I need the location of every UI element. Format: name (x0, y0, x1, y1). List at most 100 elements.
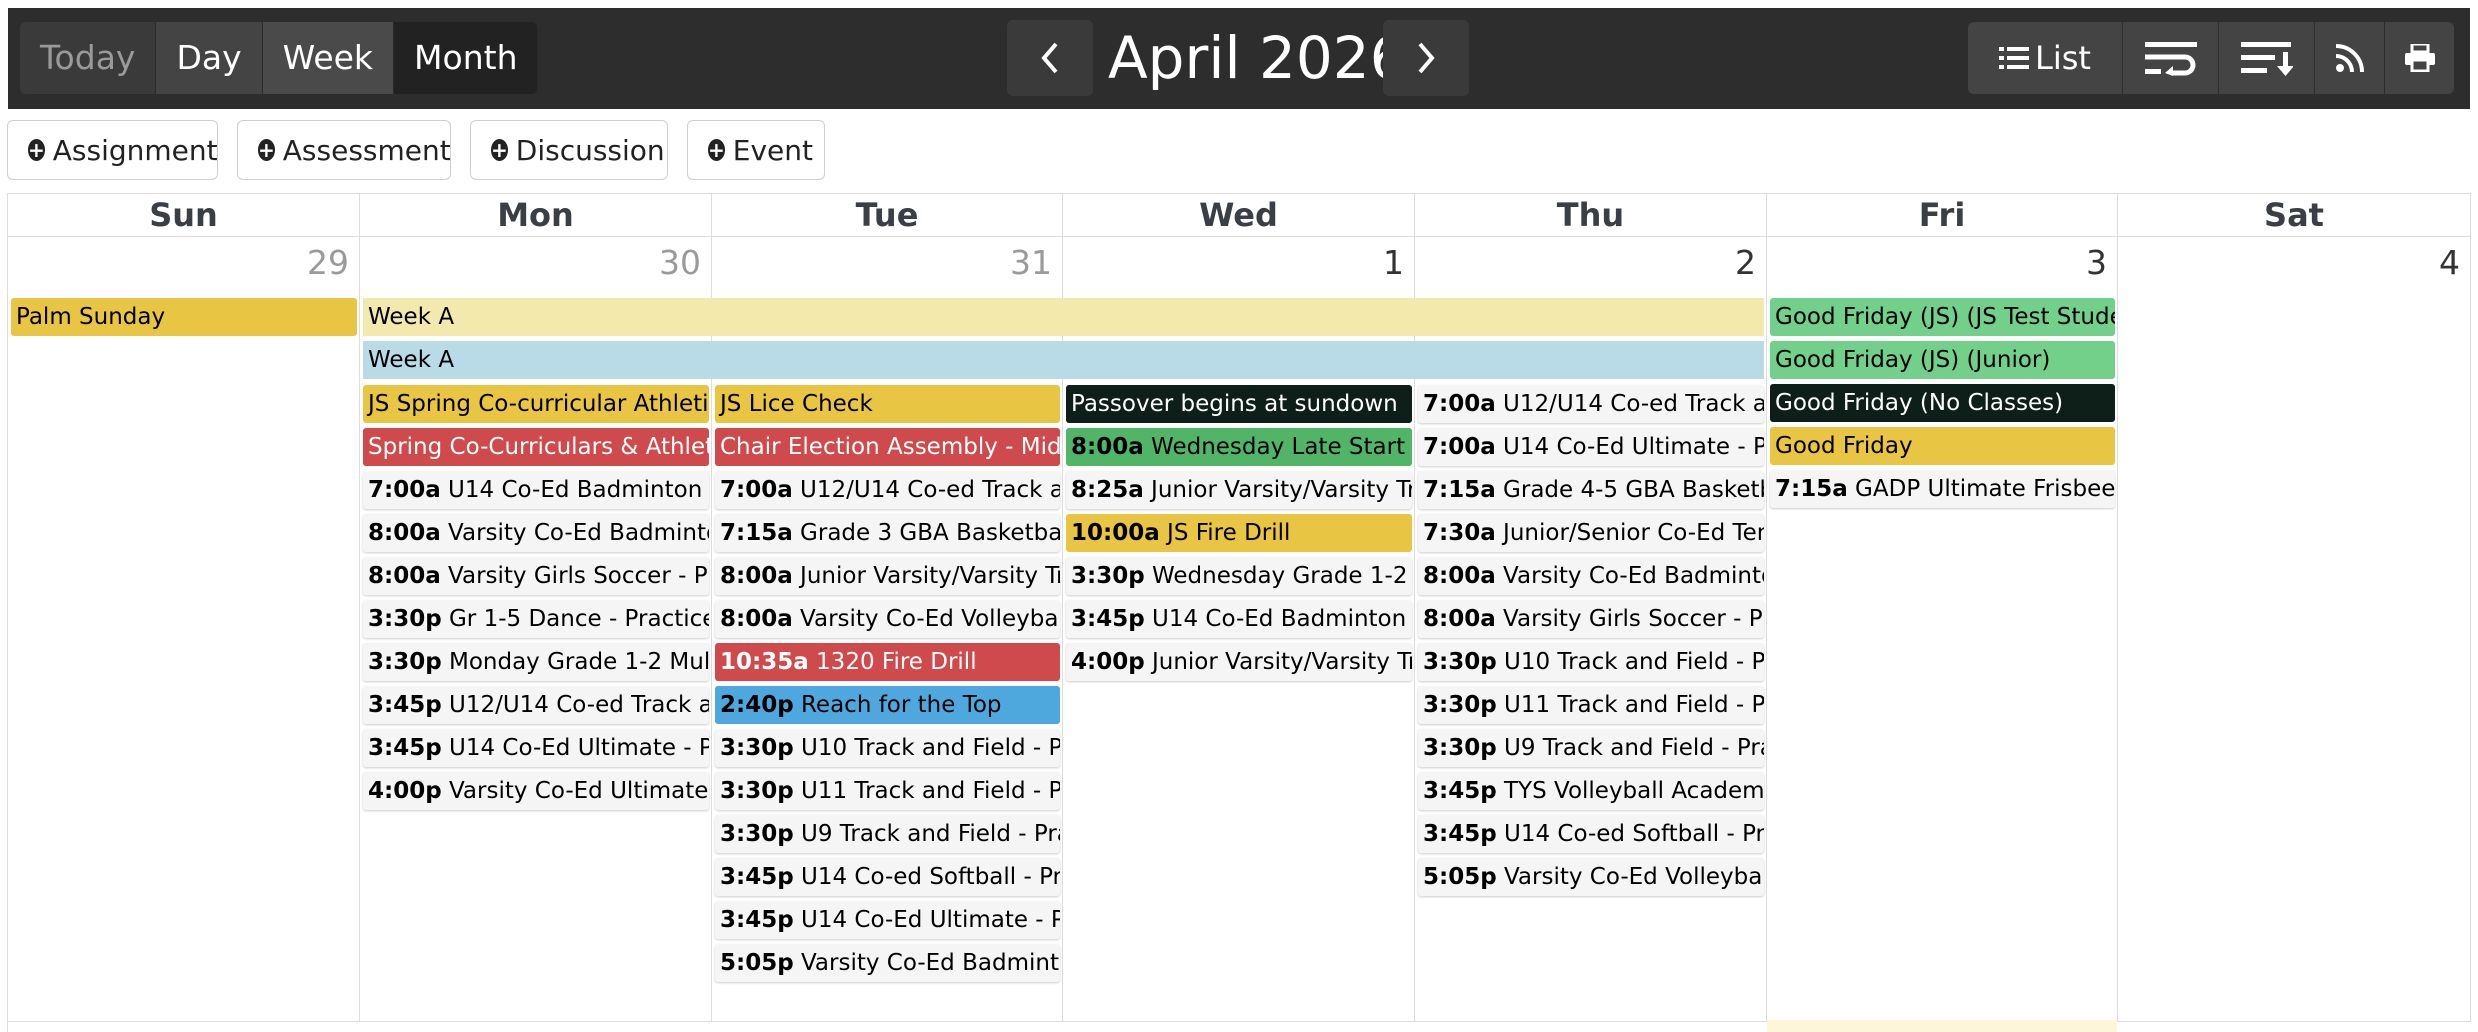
event-item[interactable]: Passover begins at sundown (1066, 385, 1412, 423)
day-number[interactable]: 4 (2439, 243, 2460, 282)
week-view-button[interactable]: Week (262, 22, 395, 94)
sort-button[interactable] (2218, 22, 2314, 94)
event-time: 7:00a (1423, 391, 1496, 417)
event-item[interactable]: 8:00a Junior Varsity/Varsity Track and F… (715, 557, 1060, 595)
event-title: U10 Track and Field - Practice (800, 735, 1060, 761)
event-item[interactable]: 3:30p Gr 1-5 Dance - Practice (363, 600, 709, 638)
day-cell-sun[interactable]: 29 (8, 237, 360, 1022)
event-item[interactable]: 7:00a U14 Co-Ed Badminton - Practice (363, 471, 709, 509)
event-title: Junior Varsity/Varsity Track and Field (1151, 477, 1412, 503)
day-number[interactable]: 30 (659, 243, 701, 282)
event-item[interactable]: 8:00a Varsity Girls Soccer - Practice (363, 557, 709, 595)
event-title: TYS Volleyball Academy (Gr (1503, 778, 1764, 804)
event-time: 8:00a (368, 563, 441, 589)
event-title: Varsity Girls Soccer - Practice (448, 563, 709, 589)
day-number[interactable]: 31 (1010, 243, 1052, 282)
event-item[interactable]: Good Friday (JS) (JS Test Student) (1770, 298, 2115, 336)
event-item[interactable]: 7:00a U14 Co-Ed Ultimate - Practice (1418, 428, 1764, 466)
event-item[interactable]: 7:00a U12/U14 Co-ed Track and Field (1418, 385, 1764, 423)
event-item[interactable]: 7:15a Grade 4-5 GBA Basketball - Practic… (1418, 471, 1764, 509)
event-title: U9 Track and Field - Practice (800, 821, 1060, 847)
event-title: Grade 4-5 GBA Basketball - Practice (1503, 477, 1764, 503)
event-item[interactable]: 4:00p Varsity Co-Ed Ultimate - Practice (363, 772, 709, 810)
event-item[interactable]: 3:45p U12/U14 Co-ed Track and Field (363, 686, 709, 724)
event-item[interactable]: 10:00a JS Fire Drill (1066, 514, 1412, 552)
event-item[interactable]: 3:30p Wednesday Grade 1-2 Multi-Sport (1066, 557, 1412, 595)
day-cell-sat[interactable]: 4 (2118, 237, 2471, 1022)
month-view-button[interactable]: Month (394, 22, 539, 94)
add-assessment-button[interactable]: + Assessment (237, 120, 451, 180)
event-time: 3:30p (1423, 649, 1497, 675)
event-title: Junior/Senior Co-Ed Tennis - Practice (1503, 520, 1764, 546)
event-week-a[interactable]: Week A (363, 298, 1764, 336)
event-item[interactable]: 8:00a Varsity Co-Ed Badminton - Practice (363, 514, 709, 552)
event-title: Varsity Co-Ed Badminton - Practice (1503, 563, 1764, 589)
event-item[interactable]: 3:45p TYS Volleyball Academy (Gr (1418, 772, 1764, 810)
event-item[interactable]: 3:30p U9 Track and Field - Practice (1418, 729, 1764, 767)
event-title: Grade 3 GBA Basketball - Practice (800, 520, 1060, 546)
next-month-button[interactable] (1383, 20, 1469, 96)
event-item[interactable]: 8:25a Junior Varsity/Varsity Track and F… (1066, 471, 1412, 509)
event-item[interactable]: Good Friday (JS) (Junior) (1770, 341, 2115, 379)
event-item[interactable]: 3:45p U14 Co-ed Softball - Practice (715, 858, 1060, 896)
event-title: U12/U14 Co-ed Track and Field (448, 692, 709, 718)
event-item[interactable]: Spring Co-Curriculars & Athletics Begin (363, 428, 709, 466)
event-item[interactable]: 7:00a U12/U14 Co-ed Track and Field (715, 471, 1060, 509)
add-event-button[interactable]: + Event (687, 120, 825, 180)
event-item[interactable]: 3:45p U14 Co-Ed Ultimate - Practice (715, 901, 1060, 939)
print-button[interactable] (2384, 22, 2454, 94)
event-item[interactable]: JS Spring Co-curricular Athletics & Acti… (363, 385, 709, 423)
event-item[interactable]: 5:05p Varsity Co-Ed Volleyball - Practic… (1418, 858, 1764, 896)
event-item[interactable]: 4:00p Junior Varsity/Varsity Track and F… (1066, 643, 1412, 681)
event-time: 8:00a (720, 606, 793, 632)
event-item[interactable]: 8:00a Wednesday Late Start - Classes (1066, 428, 1412, 466)
event-item[interactable]: Chair Election Assembly - Middle and Hig… (715, 428, 1060, 466)
view-options-group: List (1968, 22, 2454, 94)
day-number[interactable]: 2 (1735, 243, 1756, 282)
day-view-button[interactable]: Day (156, 22, 263, 94)
previous-month-button[interactable] (1007, 20, 1093, 96)
add-discussion-button[interactable]: + Discussion (470, 120, 668, 180)
today-button[interactable]: Today (20, 22, 157, 94)
event-time: 3:30p (1423, 735, 1497, 761)
event-item[interactable]: 8:00a Varsity Girls Soccer - Practice (1418, 600, 1764, 638)
event-item[interactable]: 3:30p U9 Track and Field - Practice (715, 815, 1060, 853)
wrap-events-button[interactable] (2122, 22, 2218, 94)
event-title: GADP Ultimate Frisbee (Gr 3 (1855, 476, 2115, 502)
event-item[interactable]: 3:30p U11 Track and Field - Practice (715, 772, 1060, 810)
event-item[interactable]: 3:30p Monday Grade 1-2 Multi-Sport (363, 643, 709, 681)
event-item[interactable]: 3:45p U14 Co-ed Softball - Practice (1418, 815, 1764, 853)
event-time: 5:05p (720, 950, 794, 976)
event-item[interactable]: Good Friday (No Classes) (1770, 384, 2115, 422)
event-item[interactable]: 7:30a Junior/Senior Co-Ed Tennis - Pract… (1418, 514, 1764, 552)
event-item[interactable]: 3:30p U10 Track and Field - Practice (715, 729, 1060, 767)
event-item[interactable]: 8:00a Varsity Co-Ed Badminton - Practice (1418, 557, 1764, 595)
list-view-button[interactable]: List (1968, 22, 2122, 94)
day-number[interactable]: 1 (1383, 243, 1404, 282)
day-number[interactable]: 29 (307, 243, 349, 282)
add-assignment-button[interactable]: + Assignment (7, 120, 218, 180)
event-item[interactable]: 2:40p Reach for the Top (715, 686, 1060, 724)
event-palm-sunday[interactable]: Palm Sunday (11, 298, 357, 336)
sort-down-icon (2240, 42, 2293, 76)
event-item[interactable]: 10:35a 1320 Fire Drill (715, 643, 1060, 681)
event-item[interactable]: 3:30p U11 Track and Field - Practice (1418, 686, 1764, 724)
event-item[interactable]: 3:45p U14 Co-Ed Ultimate - Practice (363, 729, 709, 767)
event-item[interactable]: 7:15a GADP Ultimate Frisbee (Gr 3 (1770, 470, 2115, 508)
rss-feed-button[interactable] (2314, 22, 2384, 94)
event-title: Wednesday Grade 1-2 Multi-Sport (1151, 563, 1412, 589)
event-item[interactable]: 3:30p U10 Track and Field - Practice (1418, 643, 1764, 681)
month-grid: Sun Mon Tue Wed Thu Fri Sat 29 30 31 1 2… (7, 193, 2471, 1032)
event-item[interactable]: JS Lice Check (715, 385, 1060, 423)
plus-circle-icon: + (708, 138, 725, 162)
event-item[interactable]: Good Friday (1770, 427, 2115, 465)
event-item[interactable]: 5:05p Varsity Co-Ed Badminton - Practice (715, 944, 1060, 982)
event-item[interactable]: 8:00a Varsity Co-Ed Volleyball - Practic… (715, 600, 1060, 638)
event-time: 8:00a (1423, 563, 1496, 589)
event-time: 2:40p (720, 692, 794, 718)
event-item[interactable]: 3:45p U14 Co-Ed Badminton - Practice (1066, 600, 1412, 638)
event-item[interactable]: 7:15a Grade 3 GBA Basketball - Practice (715, 514, 1060, 552)
day-number[interactable]: 3 (2086, 243, 2107, 282)
dow-wed: Wed (1063, 193, 1415, 237)
event-week-a[interactable]: Week A (363, 341, 1764, 379)
